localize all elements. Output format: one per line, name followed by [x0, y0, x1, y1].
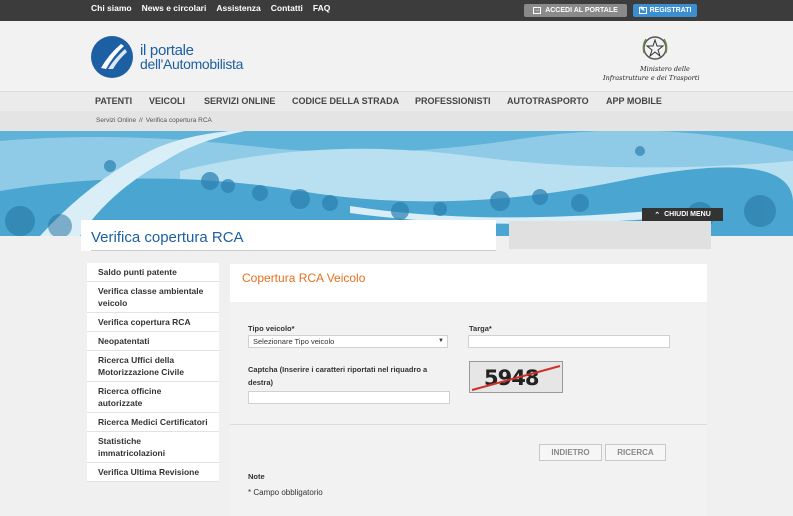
login-icon: →: [533, 7, 542, 14]
sidebar: Saldo punti patente Verifica classe ambi…: [87, 263, 219, 482]
nav-app-mobile[interactable]: APP MOBILE: [606, 96, 662, 106]
close-menu-button[interactable]: ⌃ CHIUDI MENU: [642, 208, 723, 221]
sidebar-item-statistiche[interactable]: Statistiche immatricolazioni: [87, 432, 219, 463]
top-link-assistenza[interactable]: Assistenza: [216, 3, 260, 13]
close-menu-label: CHIUDI MENU: [664, 211, 711, 218]
breadcrumb-bar: Servizi Online // Verifica copertura RCA: [0, 111, 793, 131]
republic-emblem-icon: [642, 36, 668, 60]
top-links: Chi siamo News e circolari Assistenza Co…: [91, 3, 330, 13]
top-link-news[interactable]: News e circolari: [142, 3, 207, 13]
captcha-input[interactable]: [248, 391, 450, 404]
form-divider: [230, 424, 707, 425]
plate-input[interactable]: [468, 335, 670, 348]
breadcrumb: Servizi Online // Verifica copertura RCA: [96, 117, 212, 124]
sidebar-item-classe-ambientale[interactable]: Verifica classe ambientale veicolo: [87, 282, 219, 313]
title-divider: [91, 250, 496, 251]
captcha-text: 5948: [484, 366, 539, 390]
nav-servizi-online[interactable]: SERVIZI ONLINE: [204, 96, 275, 106]
breadcrumb-current: Verifica copertura RCA: [145, 117, 212, 124]
captcha-label: Captcha (Inserire i caratteri riportati …: [248, 365, 428, 387]
top-link-chi-siamo[interactable]: Chi siamo: [91, 3, 132, 13]
breadcrumb-separator: //: [139, 117, 143, 124]
note-title: Note: [248, 472, 265, 481]
breadcrumb-servizi-online[interactable]: Servizi Online: [96, 117, 136, 124]
sidebar-item-saldo-punti[interactable]: Saldo punti patente: [87, 263, 219, 282]
sidebar-item-uffici-motorizzazione[interactable]: Ricerca Uffici della Motorizzazione Civi…: [87, 351, 219, 382]
grey-placeholder-box: [509, 221, 711, 249]
logo-text-line2: dell'Automobilista: [140, 56, 244, 72]
vehicle-type-label: Tipo veicolo*: [248, 324, 295, 333]
main-nav: PATENTI VEICOLI SERVIZI ONLINE CODICE DE…: [0, 91, 793, 111]
ministry-name-line1: Ministero delle: [640, 65, 690, 73]
register-button[interactable]: ✎ REGISTRATI: [633, 4, 697, 17]
sidebar-item-officine[interactable]: Ricerca officine autorizzate: [87, 382, 219, 413]
edit-icon: ✎: [638, 7, 647, 14]
top-bar: Chi siamo News e circolari Assistenza Co…: [0, 0, 793, 21]
nav-patenti[interactable]: PATENTI: [95, 96, 132, 106]
sidebar-item-neopatentati[interactable]: Neopatentati: [87, 332, 219, 351]
register-label: REGISTRATI: [649, 7, 692, 14]
back-button[interactable]: INDIETRO: [539, 444, 602, 461]
top-link-faq[interactable]: FAQ: [313, 3, 330, 13]
chevron-up-icon: ⌃: [654, 211, 661, 219]
plate-label: Targa*: [469, 324, 492, 333]
search-button[interactable]: RICERCA: [605, 444, 666, 461]
sidebar-item-medici[interactable]: Ricerca Medici Certificatori: [87, 413, 219, 432]
top-link-contatti[interactable]: Contatti: [271, 3, 303, 13]
captcha-image: 5948: [469, 361, 563, 393]
page-title: Verifica copertura RCA: [91, 229, 244, 246]
form-title: Copertura RCA Veicolo: [242, 271, 366, 285]
nav-professionisti[interactable]: PROFESSIONISTI: [415, 96, 491, 106]
vehicle-type-select[interactable]: Selezionare Tipo veicolo: [248, 335, 448, 348]
road-logo-icon: [101, 44, 127, 69]
login-button[interactable]: → ACCEDI AL PORTALE: [524, 4, 627, 17]
login-label: ACCEDI AL PORTALE: [545, 7, 618, 14]
nav-veicoli[interactable]: VEICOLI: [149, 96, 185, 106]
dropdown-arrow-icon: ▼: [438, 338, 444, 344]
sidebar-item-ultima-revisione[interactable]: Verifica Ultima Revisione: [87, 463, 219, 482]
nav-autotrasporto[interactable]: AUTOTRASPORTO: [507, 96, 589, 106]
sidebar-item-copertura-rca[interactable]: Verifica copertura RCA: [87, 313, 219, 332]
nav-codice-strada[interactable]: CODICE DELLA STRADA: [292, 96, 399, 106]
portal-logo[interactable]: [91, 36, 133, 78]
ministry-name-line2: Infrastrutture e dei Trasporti: [603, 74, 700, 82]
required-note: * Campo obbligatorio: [248, 488, 323, 497]
